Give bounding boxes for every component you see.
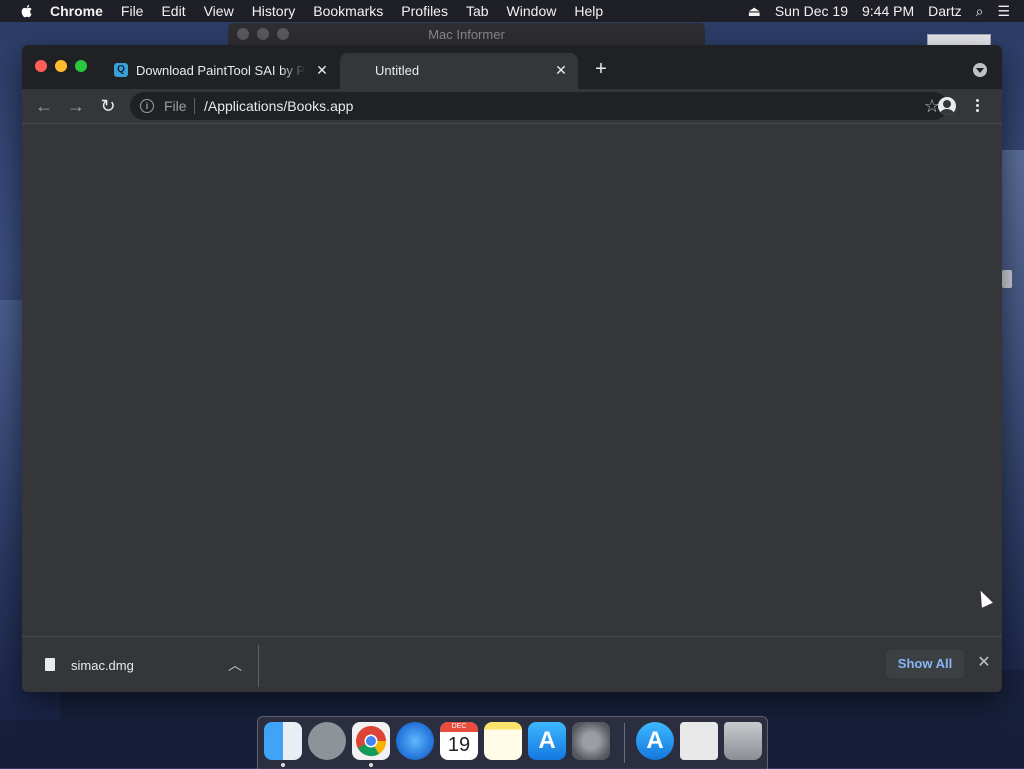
launchpad-icon[interactable] xyxy=(308,722,346,760)
dock-separator xyxy=(624,723,625,763)
background-window[interactable]: Mac Informer xyxy=(228,23,705,45)
tab-close-icon[interactable]: ✕ xyxy=(314,62,330,78)
tab-search-chevron-icon[interactable] xyxy=(973,63,987,77)
finder-running-indicator xyxy=(281,763,285,767)
site-info-icon[interactable]: i xyxy=(140,99,154,113)
file-icon xyxy=(45,658,55,671)
chrome-icon[interactable] xyxy=(352,722,390,760)
minimize-window-button[interactable] xyxy=(55,60,67,72)
dock: DEC 19 A A xyxy=(257,716,768,769)
menu-view[interactable]: View xyxy=(204,3,234,19)
background-window-edge xyxy=(1002,270,1012,288)
eject-icon[interactable]: ⏏ xyxy=(748,3,761,20)
tab-strip: Q Download PaintTool SAI by Por ✕ Untitl… xyxy=(22,45,1002,89)
menu-bookmarks[interactable]: Bookmarks xyxy=(313,3,383,19)
trash-icon[interactable] xyxy=(724,722,762,760)
menu-file[interactable]: File xyxy=(121,3,144,19)
tab-title: Download PaintTool SAI by Por xyxy=(136,63,306,78)
forward-arrow-icon[interactable]: → xyxy=(66,96,86,116)
menu-edit[interactable]: Edit xyxy=(161,3,185,19)
address-scheme-label: File xyxy=(164,98,187,114)
chrome-window: Q Download PaintTool SAI by Por ✕ Untitl… xyxy=(22,45,1002,692)
calendar-icon[interactable]: DEC 19 xyxy=(440,722,478,760)
address-separator xyxy=(194,98,195,114)
tab-download-painttool[interactable]: Q Download PaintTool SAI by Por ✕ xyxy=(104,53,339,89)
notification-center-icon[interactable]: ☰ xyxy=(997,3,1010,20)
menu-time[interactable]: 9:44 PM xyxy=(862,3,914,19)
back-arrow-icon[interactable]: ← xyxy=(34,96,54,116)
mac-informer-favicon-icon: Q xyxy=(114,63,128,77)
finder-icon[interactable] xyxy=(264,722,302,760)
app-store-downloads-icon[interactable]: A xyxy=(636,722,674,760)
menu-window[interactable]: Window xyxy=(507,3,557,19)
chevron-up-icon[interactable]: ︿ xyxy=(228,655,242,675)
address-url[interactable]: /Applications/Books.app xyxy=(204,98,353,114)
menu-bar: Chrome File Edit View History Bookmarks … xyxy=(0,0,1024,22)
chrome-menu-icon[interactable] xyxy=(974,97,980,115)
system-preferences-icon[interactable] xyxy=(572,722,610,760)
app-store-icon[interactable]: A xyxy=(528,722,566,760)
address-bar[interactable]: i File /Applications/Books.app ☆ xyxy=(130,92,948,120)
apple-icon[interactable] xyxy=(19,3,35,19)
tab-title: Untitled xyxy=(375,63,420,78)
tab-untitled[interactable]: Untitled ✕ xyxy=(340,53,578,89)
profile-avatar-icon[interactable] xyxy=(938,97,956,115)
calendar-day: 19 xyxy=(447,734,471,756)
menu-date[interactable]: Sun Dec 19 xyxy=(775,3,848,19)
page-content-area[interactable] xyxy=(22,124,1002,636)
menu-help[interactable]: Help xyxy=(574,3,603,19)
download-item[interactable]: simac.dmg ︿ xyxy=(36,637,256,692)
close-window-button[interactable] xyxy=(35,60,47,72)
close-downloads-bar-icon[interactable]: ✕ xyxy=(976,655,992,671)
safari-icon[interactable] xyxy=(396,722,434,760)
download-file-name: simac.dmg xyxy=(71,658,134,673)
spotlight-search-icon[interactable]: ⌕ xyxy=(976,3,984,20)
menu-tab[interactable]: Tab xyxy=(466,3,489,19)
downloads-bar: simac.dmg ︿ Show All ✕ xyxy=(22,636,1002,692)
menu-bar-status-area: ⏏ Sun Dec 19 9:44 PM Dartz ⌕ ☰ xyxy=(748,0,1024,22)
download-divider xyxy=(258,645,259,687)
background-window-title: Mac Informer xyxy=(428,27,505,42)
menu-profiles[interactable]: Profiles xyxy=(401,3,448,19)
menu-user[interactable]: Dartz xyxy=(928,3,961,19)
chrome-running-indicator xyxy=(369,763,373,767)
tab-close-icon[interactable]: ✕ xyxy=(553,62,569,78)
calendar-month: DEC xyxy=(440,722,478,732)
disk-image-icon[interactable] xyxy=(680,722,718,760)
menu-history[interactable]: History xyxy=(252,3,296,19)
show-all-downloads-button[interactable]: Show All xyxy=(886,650,964,678)
fullscreen-window-button[interactable] xyxy=(75,60,87,72)
notes-icon[interactable] xyxy=(484,722,522,760)
menu-app-chrome[interactable]: Chrome xyxy=(50,3,103,19)
reload-icon[interactable]: ↻ xyxy=(98,96,118,116)
new-tab-plus-icon[interactable]: + xyxy=(592,59,610,79)
browser-toolbar: ← → ↻ i File /Applications/Books.app ☆ xyxy=(22,89,1002,124)
